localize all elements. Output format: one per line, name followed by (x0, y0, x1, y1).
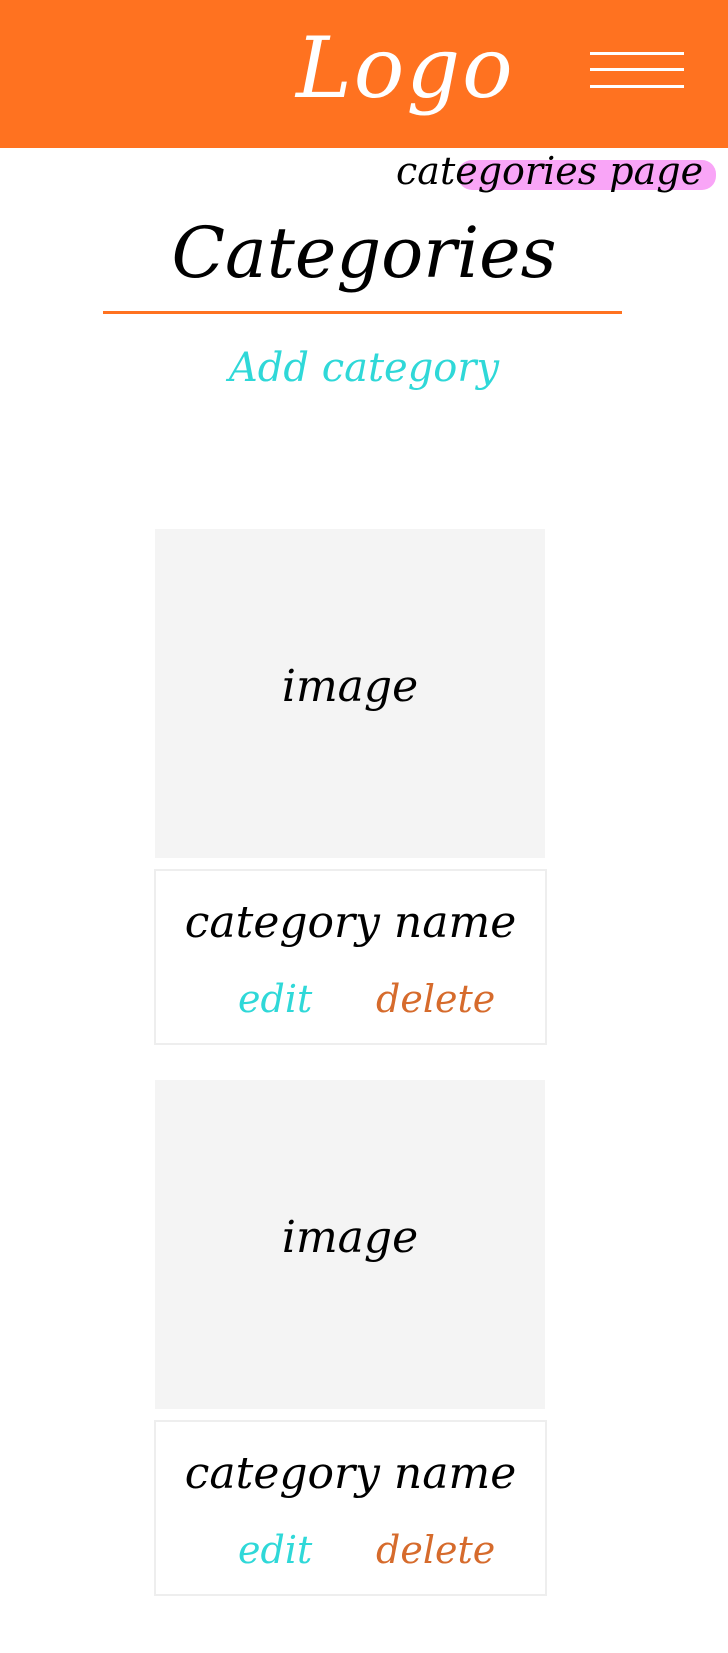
delete-link[interactable]: delete (376, 1522, 495, 1578)
title-divider (103, 311, 622, 314)
category-card: image category name edit delete (154, 1080, 547, 1596)
hamburger-menu-icon[interactable] (590, 52, 684, 92)
page-title: Categories (171, 212, 557, 294)
category-image-placeholder: image (155, 529, 545, 858)
image-placeholder-label: image (281, 661, 419, 712)
category-name: category name (184, 897, 517, 948)
add-category-link[interactable]: Add category (0, 340, 728, 396)
menu-bar-middle (590, 68, 684, 71)
site-header: Logo (0, 0, 728, 148)
category-name: category name (184, 1448, 517, 1499)
edit-link[interactable]: edit (238, 1522, 312, 1578)
delete-link[interactable]: delete (376, 971, 495, 1027)
category-card: image category name edit delete (154, 529, 547, 1045)
category-card-body: category name edit delete (154, 1420, 547, 1596)
menu-bar-top (590, 52, 684, 55)
edit-link[interactable]: edit (238, 971, 312, 1027)
page-label-annotation: categories page (392, 146, 728, 202)
logo[interactable]: Logo (296, 18, 515, 118)
category-image-placeholder: image (155, 1080, 545, 1409)
page-label: categories page (396, 149, 704, 193)
menu-bar-bottom (590, 85, 684, 88)
category-card-body: category name edit delete (154, 869, 547, 1045)
image-placeholder-label: image (281, 1212, 419, 1263)
